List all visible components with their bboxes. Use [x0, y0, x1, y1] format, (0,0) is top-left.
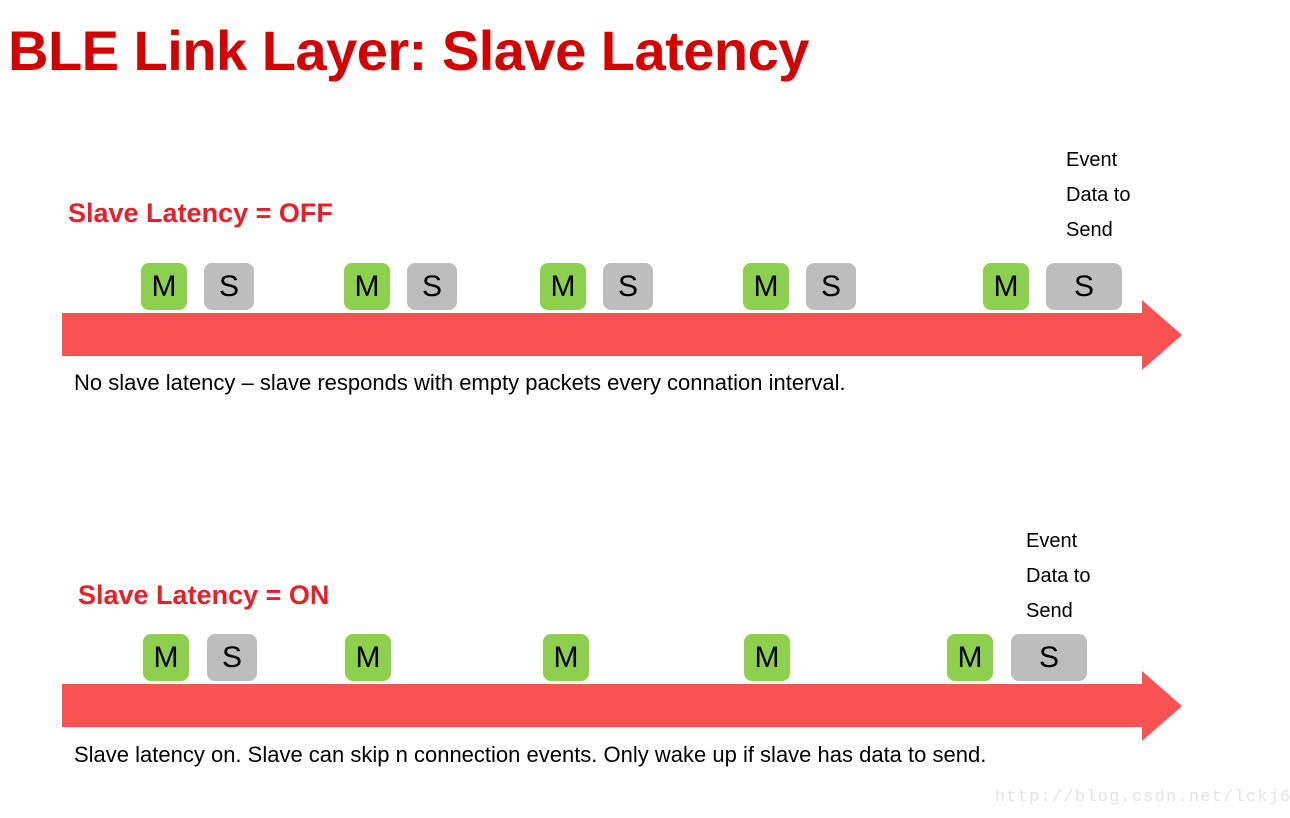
packet-master[interactable]: M [345, 634, 391, 681]
packet-label: M [957, 640, 983, 674]
caption-latency-off: No slave latency – slave responds with e… [74, 370, 846, 395]
packet-label: M [355, 640, 381, 674]
packet-label: S [221, 640, 242, 674]
packet-master[interactable]: M [947, 634, 993, 681]
event-note-line-1: Event [1026, 530, 1078, 552]
packet-label: M [354, 269, 380, 303]
packet-label: S [218, 269, 239, 303]
packet-master[interactable]: M [540, 263, 586, 310]
arrow-head-icon [1142, 300, 1182, 370]
event-data-note-off: Event Data to Send [1066, 143, 1130, 248]
packet-slave-data[interactable]: S [1046, 263, 1122, 310]
event-note-line-3: Send [1026, 600, 1073, 622]
packet-master[interactable]: M [983, 263, 1029, 310]
packet-label: S [1038, 640, 1059, 674]
packet-slave[interactable]: S [207, 634, 257, 681]
event-note-line-1: Event [1066, 149, 1118, 171]
section-label-latency-on: Slave Latency = ON [78, 580, 330, 610]
packet-label: S [617, 269, 638, 303]
packet-label: M [754, 640, 780, 674]
packet-slave[interactable]: S [603, 263, 653, 310]
packet-slave[interactable]: S [204, 263, 254, 310]
packet-master[interactable]: M [344, 263, 390, 310]
packet-master[interactable]: M [543, 634, 589, 681]
packet-label: M [151, 269, 177, 303]
packet-slave[interactable]: S [407, 263, 457, 310]
packet-label: M [993, 269, 1019, 303]
packet-label: S [820, 269, 841, 303]
page-title: BLE Link Layer: Slave Latency [8, 19, 809, 82]
event-data-note-on: Event Data to Send [1026, 524, 1090, 629]
packet-master[interactable]: M [744, 634, 790, 681]
event-note-line-2: Data to [1026, 565, 1091, 587]
packet-label: M [753, 269, 779, 303]
arrow-shaft-icon [62, 684, 1142, 727]
packet-master[interactable]: M [141, 263, 187, 310]
event-note-line-2: Data to [1066, 184, 1131, 206]
caption-latency-on: Slave latency on. Slave can skip n conne… [74, 742, 987, 767]
packet-slave-data[interactable]: S [1011, 634, 1087, 681]
arrow-shaft-icon [62, 313, 1142, 356]
packet-slave[interactable]: S [806, 263, 856, 310]
arrow-head-icon [1142, 671, 1182, 741]
source-watermark: http://blog.csdn.net/lckj686 [995, 788, 1290, 807]
packet-label: M [553, 640, 579, 674]
event-note-line-3: Send [1066, 219, 1113, 241]
packet-label: S [1073, 269, 1094, 303]
packet-master[interactable]: M [143, 634, 189, 681]
packet-label: M [550, 269, 576, 303]
packet-label: M [153, 640, 179, 674]
packet-master[interactable]: M [743, 263, 789, 310]
section-label-latency-off: Slave Latency = OFF [68, 198, 333, 228]
packet-label: S [421, 269, 442, 303]
